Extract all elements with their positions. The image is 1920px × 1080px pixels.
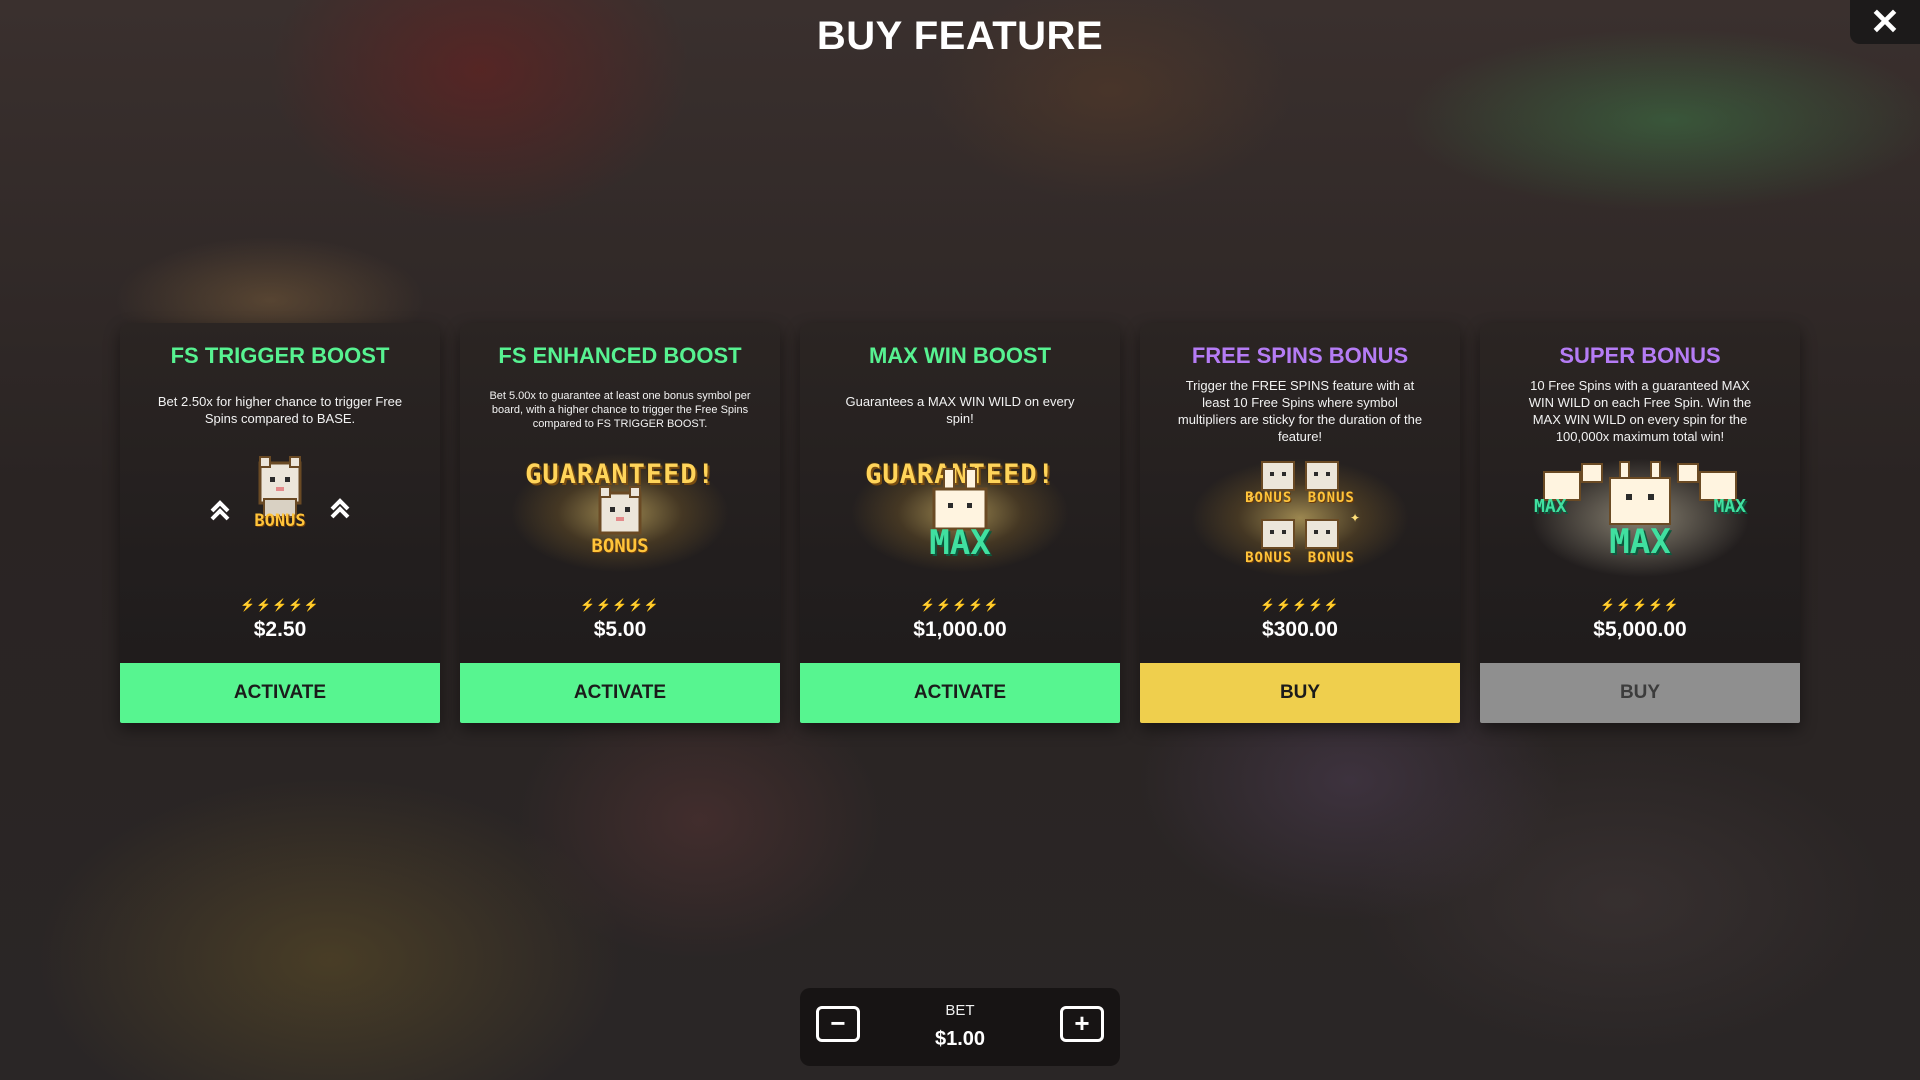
volatility-bolt-icon: ⚡ xyxy=(1647,598,1664,612)
volatility-bolt-icon: ⚡ xyxy=(1307,598,1324,612)
volatility-bolt-icon: ⚡ xyxy=(272,598,288,612)
volatility-bolt-icon: ⚡ xyxy=(1276,598,1293,612)
volatility-bolt-icon: ⚡ xyxy=(287,598,304,612)
max-label: MAX xyxy=(1713,496,1746,517)
volatility-bolt-icon: ⚡ xyxy=(1663,598,1680,612)
card-price: $1,000.00 xyxy=(913,618,1007,641)
bonus-label: BONUS xyxy=(591,535,649,557)
bet-panel: − BET $1.00 + xyxy=(800,988,1120,1066)
volatility-bolt-icon: ⚡ xyxy=(1323,598,1340,612)
close-icon: ✕ xyxy=(1869,1,1901,42)
volatility-bolt-icon: ⚡ xyxy=(580,598,597,612)
card-price: $5.00 xyxy=(593,618,647,641)
volatility-indicator: ⚡⚡⚡⚡⚡ xyxy=(120,598,440,612)
bonus-label: BONUS BONUS xyxy=(1245,550,1355,566)
card-title: FS ENHANCED BOOST xyxy=(498,343,742,368)
card-title: SUPER BONUS xyxy=(1559,343,1721,368)
card-art: MAX MAX MAX xyxy=(1480,458,1800,578)
card-title: MAX WIN BOOST xyxy=(868,343,1052,368)
volatility-bolt-icon: ⚡ xyxy=(643,598,660,612)
close-button[interactable]: ✕ xyxy=(1850,0,1920,44)
volatility-indicator: ⚡⚡⚡⚡⚡ xyxy=(1140,598,1460,612)
max-label: MAX xyxy=(1609,522,1671,562)
volatility-bolt-icon: ⚡ xyxy=(1260,598,1277,612)
volatility-indicator: ⚡⚡⚡⚡⚡ xyxy=(1480,598,1800,612)
page-title: BUY FEATURE xyxy=(816,14,1104,58)
activate-button[interactable]: ACTIVATE xyxy=(120,663,440,723)
card-description: Trigger the FREE SPINS feature with at l… xyxy=(1177,378,1423,444)
volatility-bolt-icon: ⚡ xyxy=(1632,598,1648,612)
feature-card-fs-enhanced-boost: FS ENHANCED BOOST Bet 5.00x to guarantee… xyxy=(460,323,780,723)
volatility-bolt-icon: ⚡ xyxy=(596,598,613,612)
card-price: $2.50 xyxy=(253,618,307,641)
feature-card-free-spins-bonus: FREE SPINS BONUS Trigger the FREE SPINS … xyxy=(1140,323,1460,723)
max-label: MAX xyxy=(1534,496,1567,517)
activate-button[interactable]: ACTIVATE xyxy=(460,663,780,723)
feature-card-super-bonus: SUPER BONUS 10 Free Spins with a guarant… xyxy=(1480,323,1800,723)
card-description: 10 Free Spins with a guaranteed MAX WIN … xyxy=(1528,378,1752,444)
card-description: Bet 2.50x for higher chance to trigger F… xyxy=(157,394,403,426)
card-art: GUARANTEED! MAX xyxy=(800,453,1120,573)
volatility-bolt-icon: ⚡ xyxy=(936,598,953,612)
svg-text:✦: ✦ xyxy=(1350,511,1360,525)
volatility-bolt-icon: ⚡ xyxy=(612,598,628,612)
volatility-bolt-icon: ⚡ xyxy=(952,598,968,612)
volatility-bolt-icon: ⚡ xyxy=(1616,598,1633,612)
card-price: $300.00 xyxy=(1262,618,1338,641)
card-art: BONUS xyxy=(120,453,440,573)
bonus-label: BONUS BONUS xyxy=(1245,490,1355,506)
max-label: MAX xyxy=(929,523,991,563)
card-title: FS TRIGGER BOOST xyxy=(170,343,390,368)
volatility-bolt-icon: ⚡ xyxy=(303,598,320,612)
plus-icon: + xyxy=(1074,1008,1090,1038)
volatility-bolt-icon: ⚡ xyxy=(1292,598,1308,612)
card-title: FREE SPINS BONUS xyxy=(1191,343,1409,368)
card-art: ✦ ✦ BONUS BONUS BONUS BONUS xyxy=(1140,458,1460,578)
buy-button[interactable]: BUY xyxy=(1140,663,1460,723)
volatility-bolt-icon: ⚡ xyxy=(240,598,257,612)
card-description: Guarantees a MAX WIN WILD on every spin! xyxy=(845,394,1075,426)
volatility-bolt-icon: ⚡ xyxy=(967,598,984,612)
volatility-bolt-icon: ⚡ xyxy=(983,598,1000,612)
volatility-bolt-icon: ⚡ xyxy=(627,598,644,612)
volatility-bolt-icon: ⚡ xyxy=(256,598,273,612)
feature-card-fs-trigger-boost: FS TRIGGER BOOST Bet 2.50x for higher ch… xyxy=(120,323,440,723)
activate-button[interactable]: ACTIVATE xyxy=(800,663,1120,723)
card-price: $5,000.00 xyxy=(1593,618,1687,641)
volatility-indicator: ⚡⚡⚡⚡⚡ xyxy=(460,598,780,612)
volatility-indicator: ⚡⚡⚡⚡⚡ xyxy=(800,598,1120,612)
card-description: Bet 5.00x to guarantee at least one bonu… xyxy=(489,390,751,430)
card-art: GUARANTEED! BONUS xyxy=(460,453,780,573)
bonus-label: BONUS xyxy=(254,511,306,531)
buy-button-disabled[interactable]: BUY xyxy=(1480,663,1800,723)
volatility-bolt-icon: ⚡ xyxy=(920,598,937,612)
increase-bet-button[interactable]: + xyxy=(1060,1006,1104,1042)
volatility-bolt-icon: ⚡ xyxy=(1600,598,1617,612)
feature-card-max-win-boost: MAX WIN BOOST Guarantees a MAX WIN WILD … xyxy=(800,323,1120,723)
